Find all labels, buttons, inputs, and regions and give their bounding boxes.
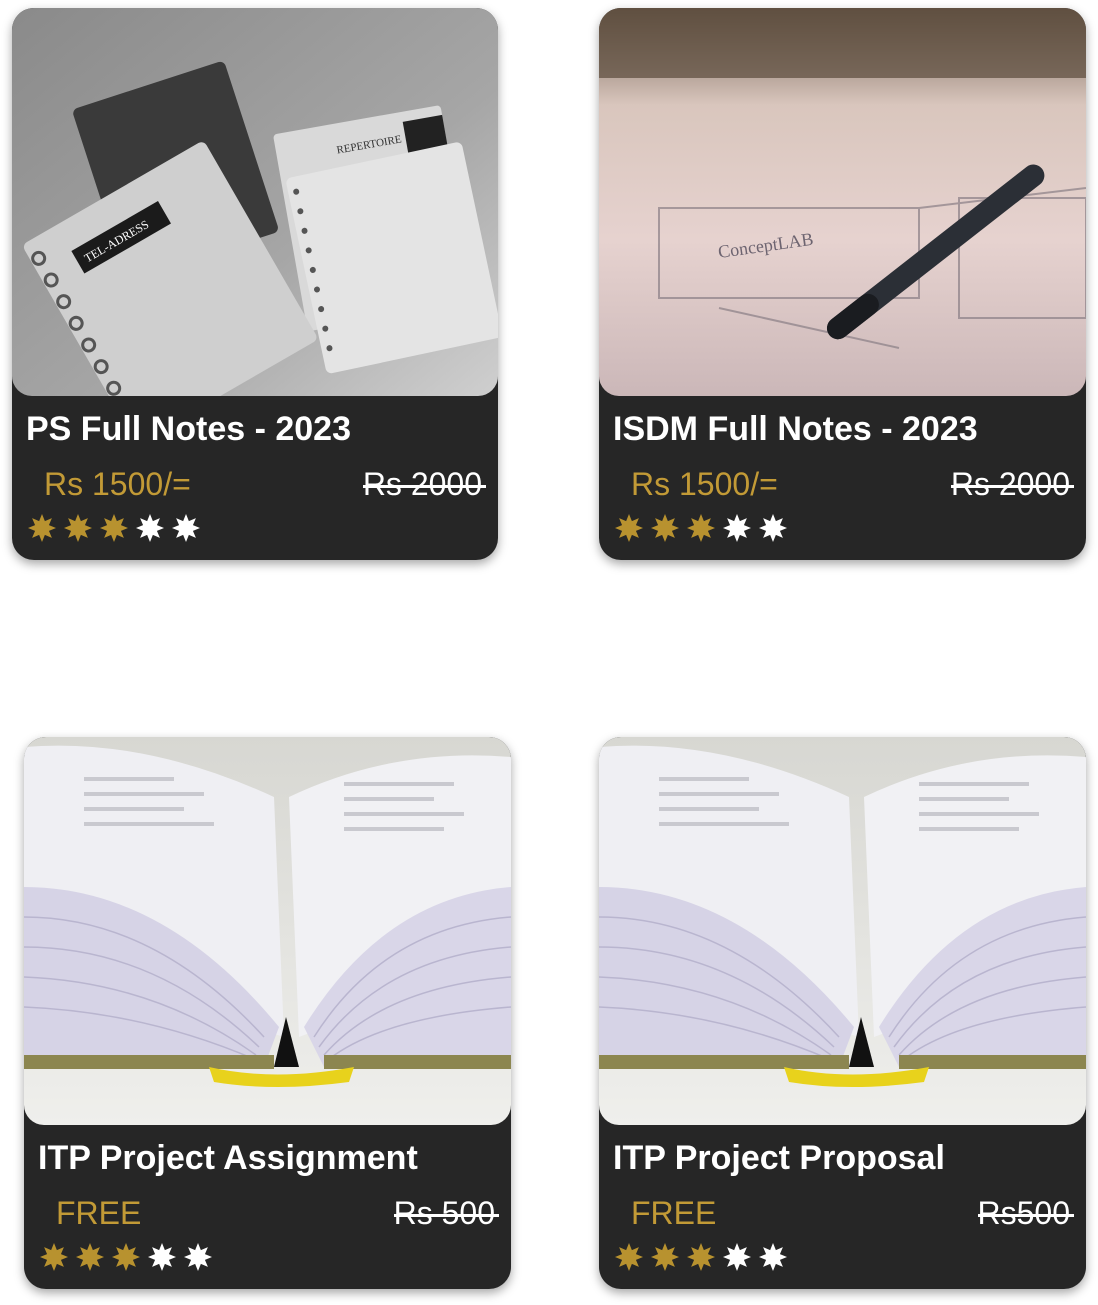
- star-filled-icon: [651, 1243, 679, 1271]
- original-price: Rs 2000: [362, 466, 487, 502]
- rating-stars: [615, 514, 787, 542]
- star-empty-icon: [184, 1243, 212, 1271]
- original-price: Rs 2000: [950, 466, 1075, 502]
- star-empty-icon: [723, 1243, 751, 1271]
- star-filled-icon: [76, 1243, 104, 1271]
- original-price: Rs500: [977, 1195, 1074, 1231]
- rating-stars: [615, 1243, 787, 1271]
- star-filled-icon: [687, 1243, 715, 1271]
- product-card-itp-assignment[interactable]: ITP Project Assignment FREE Rs 500: [24, 737, 511, 1289]
- star-filled-icon: [651, 514, 679, 542]
- star-empty-icon: [148, 1243, 176, 1271]
- star-empty-icon: [172, 514, 200, 542]
- open-book-image: [24, 737, 511, 1125]
- star-empty-icon: [723, 514, 751, 542]
- star-filled-icon: [28, 514, 56, 542]
- star-empty-icon: [759, 1243, 787, 1271]
- pen-on-paper-image: ConceptLAB: [599, 8, 1086, 396]
- star-filled-icon: [100, 514, 128, 542]
- product-title: PS Full Notes - 2023: [26, 410, 351, 448]
- rating-stars: [28, 514, 200, 542]
- star-filled-icon: [615, 1243, 643, 1271]
- star-filled-icon: [687, 514, 715, 542]
- star-empty-icon: [136, 514, 164, 542]
- product-price: FREE: [56, 1195, 142, 1231]
- star-filled-icon: [64, 514, 92, 542]
- product-card-isdm-notes[interactable]: ConceptLAB ISDM Full Notes - 2023 Rs 150…: [599, 8, 1086, 560]
- spiral-notebooks-image: REPERTOIRE TEL-ADRESS: [12, 8, 498, 396]
- rating-stars: [40, 1243, 212, 1271]
- open-book-image: [599, 737, 1086, 1125]
- product-price: FREE: [631, 1195, 717, 1231]
- original-price: Rs 500: [393, 1195, 500, 1231]
- product-price: Rs 1500/=: [44, 466, 191, 502]
- star-filled-icon: [40, 1243, 68, 1271]
- product-card-ps-notes[interactable]: REPERTOIRE TEL-ADRESS PS Full Notes - 20…: [12, 8, 498, 560]
- product-title: ITP Project Proposal: [613, 1139, 945, 1177]
- star-filled-icon: [615, 514, 643, 542]
- star-filled-icon: [112, 1243, 140, 1271]
- product-price: Rs 1500/=: [631, 466, 778, 502]
- product-title: ISDM Full Notes - 2023: [613, 410, 978, 448]
- product-card-itp-proposal[interactable]: ITP Project Proposal FREE Rs500: [599, 737, 1086, 1289]
- product-title: ITP Project Assignment: [38, 1139, 418, 1177]
- star-empty-icon: [759, 514, 787, 542]
